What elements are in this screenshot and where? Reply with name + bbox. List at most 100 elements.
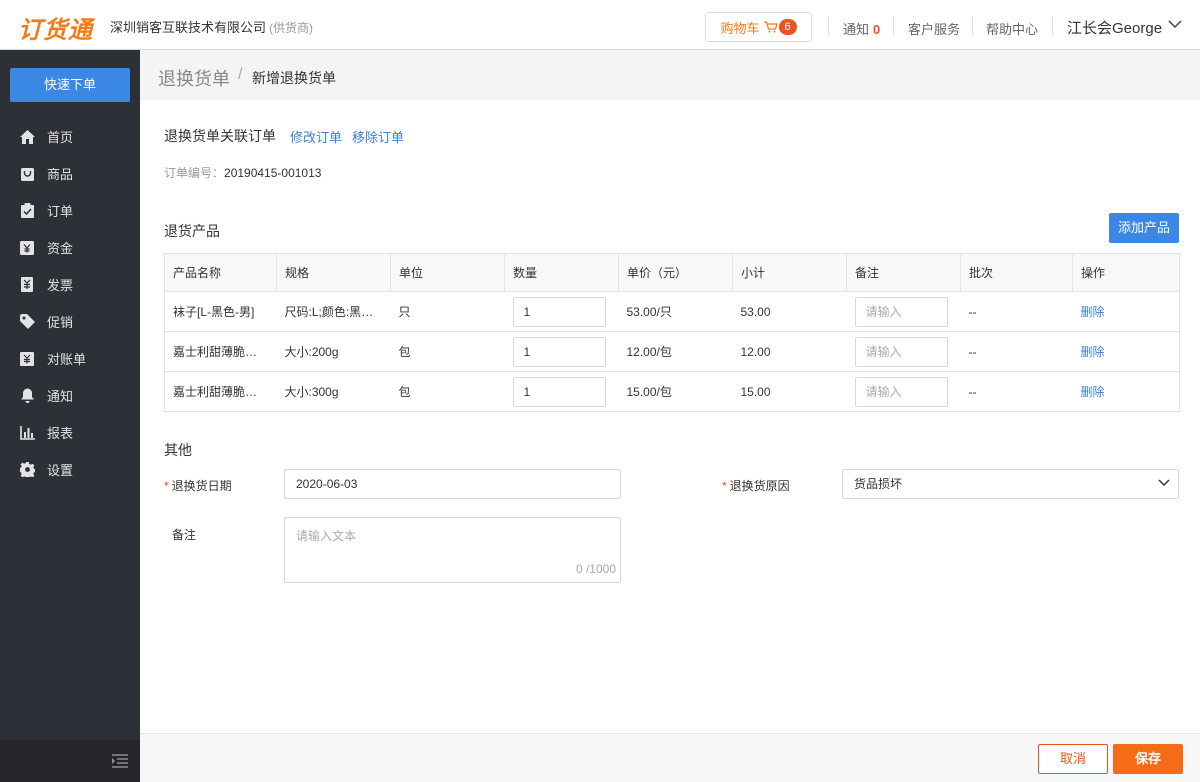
sidebar-item-invoice[interactable]: 发票 (0, 266, 140, 303)
modify-order-link[interactable]: 修改订单 (290, 127, 342, 146)
products-table: 产品名称 规格 单位 数量 单价（元） 小计 备注 批次 操作 袜子[L-黑色-… (164, 253, 1180, 412)
column-header: 备注 (846, 253, 961, 292)
product-name: 嘉士利甜薄脆饼干 (164, 331, 277, 372)
cart-icon (763, 21, 778, 33)
sidebar-item-settings[interactable]: 设置 (0, 451, 140, 488)
add-product-button[interactable]: 添加产品 (1109, 213, 1179, 243)
notice-label: 通知 (843, 22, 870, 37)
top-bar: 订货通 深圳销客互联技术有限公司 (供货商) 购物车 6 通知 0 客户服务 帮助中… (0, 0, 1200, 50)
collapse-sidebar-icon[interactable] (112, 754, 128, 768)
sidebar-item-products[interactable]: 商品 (0, 155, 140, 192)
cart-button[interactable]: 购物车 6 (705, 12, 812, 42)
divider (828, 17, 829, 35)
cart-label: 购物车 (720, 20, 760, 36)
sidebar-item-orders[interactable]: 订单 (0, 192, 140, 229)
column-header: 单价（元） (618, 253, 733, 292)
home-icon (19, 129, 35, 145)
product-icon (19, 166, 35, 182)
quantity-cell (504, 291, 619, 332)
delete-link[interactable]: 删除 (1081, 345, 1105, 359)
quantity-input[interactable] (512, 376, 606, 407)
save-button[interactable]: 保存 (1113, 744, 1183, 774)
user-menu[interactable]: 江长会George (1067, 17, 1162, 38)
sidebar-item-home[interactable]: 首页 (0, 118, 140, 155)
sidebar-item-promotion[interactable]: 促销 (0, 303, 140, 340)
notice-link[interactable]: 通知 0 (843, 19, 880, 38)
linked-order-title: 退换货单关联订单 (164, 128, 276, 144)
remark-textarea[interactable] (285, 518, 620, 582)
cancel-button[interactable]: 取消 (1038, 744, 1108, 774)
table-header-row: 产品名称 规格 单位 数量 单价（元） 小计 备注 批次 操作 (164, 253, 1180, 292)
required-mark: * (164, 479, 169, 493)
company-name: 深圳销客互联技术有限公司 (供货商) (110, 17, 313, 36)
column-header: 产品名称 (164, 253, 277, 292)
chevron-down-icon[interactable] (1168, 20, 1182, 29)
product-spec: 大小:300g (276, 371, 391, 412)
invoice-icon (19, 277, 35, 293)
sidebar-item-notice[interactable]: 通知 (0, 377, 140, 414)
chevron-down-icon (1158, 479, 1170, 487)
order-icon (19, 203, 35, 219)
sidebar-item-label: 设置 (47, 463, 74, 478)
footer-bar: 取消 保存 (140, 733, 1200, 782)
sidebar-item-statement[interactable]: 对账单 (0, 340, 140, 377)
return-reason-value: 货品损坏 (854, 477, 903, 491)
product-name: 嘉士利甜薄脆饼干 (164, 371, 277, 412)
sidebar-item-label: 通知 (47, 389, 74, 404)
table-row: 嘉士利甜薄脆饼干 大小:200g 包 12.00/包 12.00 -- 删除 (164, 331, 1180, 372)
column-header: 小计 (732, 253, 847, 292)
sidebar-item-label: 首页 (47, 130, 74, 145)
chart-icon (19, 425, 35, 441)
company-label: 深圳销客互联技术有限公司 (110, 20, 267, 35)
table-row: 袜子[L-黑色-男] 尺码:L;颜色:黑色;性别:男 只 53.00/只 53.… (164, 291, 1180, 332)
batch: -- (960, 371, 1073, 412)
customer-service-link[interactable]: 客户服务 (908, 19, 960, 38)
sidebar: 快速下单 首页 商品 订单 资金 发票 促销 对账单 通知 报表 设置 (0, 50, 140, 782)
divider (972, 17, 973, 35)
note-cell (846, 331, 961, 372)
column-header: 操作 (1072, 253, 1180, 292)
return-date-input[interactable] (284, 469, 621, 499)
quantity-input[interactable] (512, 336, 606, 367)
note-input[interactable] (854, 296, 948, 327)
return-reason-label-text: 退换货原因 (729, 479, 790, 493)
required-mark: * (722, 479, 727, 493)
breadcrumb: 退换货单 / 新增退换货单 (140, 50, 1200, 100)
remark-char-count: 0 /1000 (575, 562, 616, 576)
product-unit: 包 (390, 371, 505, 412)
other-section-title: 其他 (164, 442, 192, 458)
bell-icon (19, 388, 35, 404)
statement-icon (19, 351, 35, 367)
order-number: 订单编号：20190415-001013 (164, 164, 321, 181)
action-cell: 删除 (1072, 371, 1180, 412)
column-header: 数量 (504, 253, 619, 292)
help-center-link[interactable]: 帮助中心 (986, 19, 1038, 38)
note-input[interactable] (854, 376, 948, 407)
notice-count: 0 (873, 22, 881, 37)
quick-order-button[interactable]: 快速下单 (10, 68, 130, 102)
sidebar-item-label: 对账单 (47, 352, 87, 367)
sidebar-item-funds[interactable]: 资金 (0, 229, 140, 266)
company-role: (供货商) (269, 21, 314, 35)
breadcrumb-parent[interactable]: 退换货单 (158, 65, 230, 91)
main-panel: 退换货单关联订单 修改订单 移除订单 订单编号：20190415-001013 … (140, 100, 1200, 733)
delete-link[interactable]: 删除 (1081, 305, 1105, 319)
note-input[interactable] (854, 336, 948, 367)
remove-order-link[interactable]: 移除订单 (352, 127, 404, 146)
subtotal: 15.00 (732, 371, 847, 412)
quantity-input[interactable] (512, 296, 606, 327)
return-reason-select[interactable]: 货品损坏 (842, 469, 1179, 499)
delete-link[interactable]: 删除 (1081, 385, 1105, 399)
sidebar-item-label: 资金 (47, 241, 74, 256)
order-number-label: 订单编号： (164, 166, 225, 180)
sidebar-item-report[interactable]: 报表 (0, 414, 140, 451)
batch: -- (960, 291, 1073, 332)
gear-icon (19, 462, 35, 478)
sidebar-item-label: 订单 (47, 204, 74, 219)
subtotal: 53.00 (732, 291, 847, 332)
app-logo[interactable]: 订货通 (18, 10, 93, 45)
sidebar-footer (0, 740, 140, 782)
table-row: 嘉士利甜薄脆饼干 大小:300g 包 15.00/包 15.00 -- 删除 (164, 371, 1180, 412)
unit-price: 53.00/只 (618, 291, 733, 332)
column-header: 规格 (276, 253, 391, 292)
